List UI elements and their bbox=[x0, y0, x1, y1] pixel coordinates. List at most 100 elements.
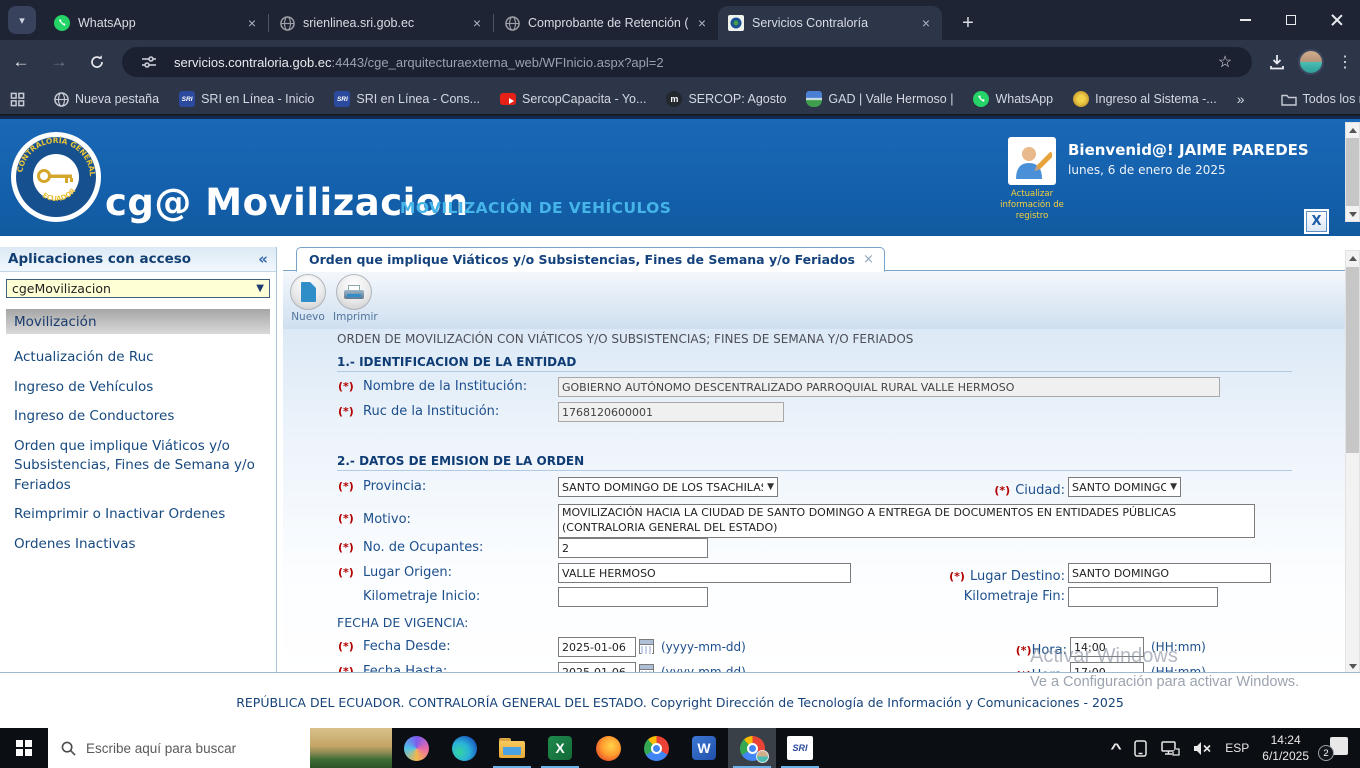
browser-tab-sri[interactable]: srienlinea.sri.gob.ec × bbox=[269, 6, 493, 40]
calendar-icon[interactable] bbox=[639, 639, 654, 654]
tab-search-button[interactable]: ▾ bbox=[8, 6, 36, 34]
reload-button[interactable] bbox=[80, 45, 114, 79]
taskbar-copilot-icon[interactable] bbox=[392, 728, 440, 768]
ocupantes-input[interactable] bbox=[558, 538, 708, 558]
bookmark-sri-inicio[interactable]: SRI SRI en Línea - Inicio bbox=[179, 91, 314, 107]
application-select[interactable]: cgeMovilizacion ▼ bbox=[6, 279, 270, 298]
bookmark-star-icon[interactable]: ☆ bbox=[1210, 47, 1240, 77]
update-registry-caption[interactable]: Actualizar información de registro bbox=[994, 189, 1070, 222]
scrollbar-thumb[interactable] bbox=[1346, 267, 1359, 453]
taskbar-firefox-icon[interactable] bbox=[584, 728, 632, 768]
ruc-institucion-input[interactable] bbox=[558, 402, 784, 422]
document-tab-close-icon[interactable]: × bbox=[863, 252, 874, 267]
sidebar-item-orden-viaticos[interactable]: Orden que implique Viáticos y/o Subsiste… bbox=[14, 437, 264, 496]
apps-grid-icon[interactable] bbox=[10, 92, 25, 107]
youtube-icon bbox=[500, 93, 516, 105]
site-settings-icon[interactable] bbox=[134, 47, 164, 77]
update-registry-avatar-button[interactable] bbox=[1008, 137, 1056, 185]
sidebar-item-reimprimir-inactivar[interactable]: Reimprimir o Inactivar Ordenes bbox=[14, 505, 264, 525]
notification-center-button[interactable]: 2 bbox=[1322, 737, 1348, 759]
document-tab[interactable]: Orden que implique Viáticos y/o Subsiste… bbox=[296, 247, 885, 272]
fecha-format-hint: (yyyy-mm-dd) bbox=[661, 665, 746, 672]
app-close-button[interactable]: X bbox=[1306, 211, 1327, 232]
lugar-destino-input[interactable] bbox=[1068, 563, 1271, 583]
browser-tab-comprobante[interactable]: Comprobante de Retención (74 × bbox=[494, 6, 718, 40]
browser-profile-avatar[interactable] bbox=[1298, 49, 1324, 75]
volume-muted-icon[interactable] bbox=[1193, 741, 1212, 756]
address-bar[interactable]: servicios.contraloria.gob.ec:4443/cge_ar… bbox=[122, 47, 1252, 77]
scroll-up-arrow[interactable] bbox=[1346, 251, 1359, 265]
sidebar-item-ordenes-inactivas[interactable]: Ordenes Inactivas bbox=[14, 535, 264, 555]
downloads-icon[interactable] bbox=[1262, 47, 1292, 77]
bookmark-nueva-pestana[interactable]: Nueva pestaña bbox=[53, 91, 159, 107]
taskbar-word-icon[interactable]: W bbox=[680, 728, 728, 768]
bookmark-sri-consultas[interactable]: SRI SRI en Línea - Cons... bbox=[334, 91, 480, 107]
bookmark-whatsapp[interactable]: WhatsApp bbox=[973, 91, 1053, 107]
new-tab-button[interactable]: + bbox=[954, 9, 982, 37]
scroll-down-arrow[interactable] bbox=[1346, 659, 1359, 673]
ciudad-select[interactable]: SANTO DOMINGO ▼ bbox=[1068, 477, 1181, 497]
bookmark-sercopcapacita[interactable]: SercopCapacita - Yo... bbox=[500, 92, 646, 106]
chevron-down-icon: ▼ bbox=[1170, 482, 1177, 492]
sidebar-item-ingreso-vehiculos[interactable]: Ingreso de Vehículos bbox=[14, 378, 264, 398]
tab-close-icon[interactable]: × bbox=[471, 15, 483, 31]
network-icon[interactable] bbox=[1161, 740, 1180, 756]
provincia-label: Provincia: bbox=[363, 479, 426, 494]
all-bookmarks-button[interactable]: Todos los marcadores bbox=[1281, 91, 1360, 107]
sidebar-item-ingreso-conductores[interactable]: Ingreso de Conductores bbox=[14, 407, 264, 427]
device-icon[interactable] bbox=[1133, 740, 1148, 757]
taskbar-search-box[interactable]: Escribe aquí para buscar bbox=[48, 728, 310, 768]
nombre-institucion-input[interactable] bbox=[558, 377, 1220, 397]
tab-close-icon[interactable]: × bbox=[696, 15, 708, 31]
bookmark-gad-valle-hermoso[interactable]: GAD | Valle Hermoso | bbox=[806, 91, 953, 107]
lugar-origen-input[interactable] bbox=[558, 563, 851, 583]
new-button[interactable]: Nuevo bbox=[287, 274, 329, 323]
taskbar-chrome-icon[interactable] bbox=[632, 728, 680, 768]
back-button[interactable]: ← bbox=[4, 45, 38, 79]
content-scrollbar[interactable] bbox=[1345, 250, 1360, 674]
taskbar-chrome-profile-icon[interactable] bbox=[728, 728, 776, 768]
shield-icon bbox=[806, 91, 822, 107]
scroll-down-arrow[interactable] bbox=[1346, 207, 1359, 221]
news-widget-thumbnail[interactable] bbox=[310, 728, 392, 768]
tab-close-icon[interactable]: × bbox=[246, 15, 258, 31]
bookmarks-overflow-chevron[interactable]: » bbox=[1237, 91, 1245, 107]
sidebar-group-movilizacion[interactable]: Movilización bbox=[6, 309, 270, 334]
keyboard-language-indicator[interactable]: ESP bbox=[1225, 741, 1249, 755]
windows-taskbar: Escribe aquí para buscar X W SRI ^ ESP 1… bbox=[0, 728, 1360, 768]
window-close-button[interactable] bbox=[1314, 0, 1360, 40]
contraloria-favicon bbox=[728, 15, 744, 31]
scrollbar-thumb[interactable] bbox=[1346, 138, 1359, 206]
sidebar-item-actualizacion-ruc[interactable]: Actualización de Ruc bbox=[14, 348, 264, 368]
bookmark-sercop-agosto[interactable]: m SERCOP: Agosto bbox=[666, 91, 786, 107]
kilometraje-fin-input[interactable] bbox=[1068, 587, 1218, 607]
taskbar-clock[interactable]: 14:24 6/1/2025 bbox=[1262, 732, 1309, 764]
print-button[interactable]: Imprimir bbox=[333, 274, 375, 323]
hidden-icons-chevron[interactable]: ^ bbox=[1110, 740, 1121, 756]
browser-menu-icon[interactable]: ⋮ bbox=[1330, 47, 1360, 77]
taskbar-sri-icon[interactable]: SRI bbox=[776, 728, 824, 768]
motivo-textarea[interactable]: MOVILIZACIÓN HACIA LA CIUDAD DE SANTO DO… bbox=[558, 504, 1255, 538]
browser-toolbar: ← → servicios.contraloria.gob.ec:4443/cg… bbox=[0, 40, 1360, 84]
bookmark-ingreso-sistema[interactable]: Ingreso al Sistema -... bbox=[1073, 91, 1217, 107]
kilometraje-inicio-input[interactable] bbox=[558, 587, 708, 607]
taskbar-edge-icon[interactable] bbox=[440, 728, 488, 768]
start-button[interactable] bbox=[0, 728, 48, 768]
fecha-desde-input[interactable] bbox=[558, 637, 636, 657]
taskbar-excel-icon[interactable]: X bbox=[536, 728, 584, 768]
browser-tab-whatsapp[interactable]: WhatsApp × bbox=[44, 6, 268, 40]
provincia-select[interactable]: SANTO DOMINGO DE LOS TSACHILAS ▼ bbox=[558, 477, 778, 497]
sri-icon: SRI bbox=[334, 91, 350, 107]
tab-close-icon[interactable]: × bbox=[920, 15, 932, 31]
window-minimize-button[interactable] bbox=[1222, 0, 1268, 40]
section2-title: 2.- DATOS DE EMISION DE LA ORDEN bbox=[337, 454, 584, 468]
forward-button[interactable]: → bbox=[42, 45, 76, 79]
scroll-up-arrow[interactable] bbox=[1346, 123, 1359, 137]
header-scrollbar[interactable] bbox=[1345, 122, 1360, 222]
browser-tab-servicios-contraloria[interactable]: Servicios Contraloría × bbox=[718, 6, 942, 40]
sidebar-collapse-icon[interactable]: « bbox=[258, 250, 268, 268]
window-maximize-button[interactable] bbox=[1268, 0, 1314, 40]
fecha-hasta-input[interactable] bbox=[558, 662, 636, 672]
taskbar-file-explorer-icon[interactable] bbox=[488, 728, 536, 768]
calendar-icon[interactable] bbox=[639, 664, 654, 672]
